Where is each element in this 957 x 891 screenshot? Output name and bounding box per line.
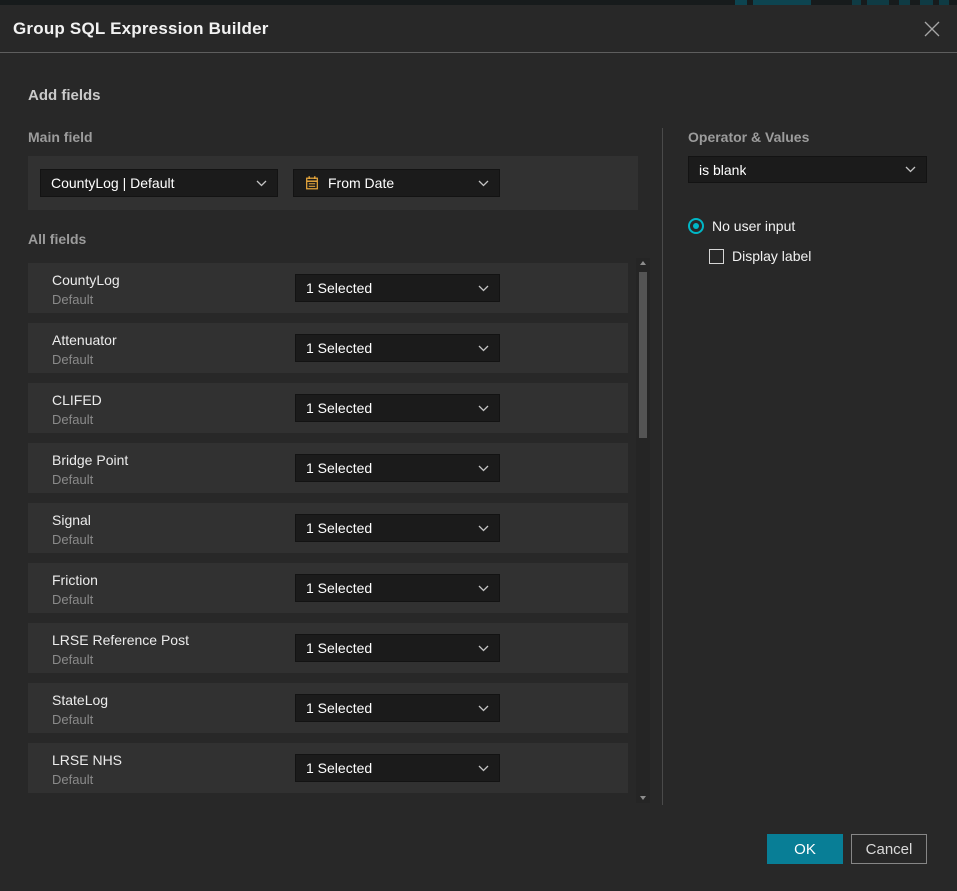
values-select[interactable]: 1 Selected xyxy=(295,574,500,602)
chevron-down-icon xyxy=(470,705,489,712)
values-select-value: 1 Selected xyxy=(306,340,372,356)
field-row: LRSE NHS Default 1 Selected xyxy=(28,743,628,793)
layer-select-value: CountyLog | Default xyxy=(51,175,175,191)
field-subtitle: Default xyxy=(52,592,93,607)
values-select[interactable]: 1 Selected xyxy=(295,694,500,722)
field-name: CountyLog xyxy=(52,272,120,288)
values-select[interactable]: 1 Selected xyxy=(295,334,500,362)
values-select[interactable]: 1 Selected xyxy=(295,634,500,662)
field-row: Signal Default 1 Selected xyxy=(28,503,628,553)
field-name: Signal xyxy=(52,512,91,528)
scroll-up-icon[interactable] xyxy=(640,261,646,265)
field-row: Attenuator Default 1 Selected xyxy=(28,323,628,373)
no-user-input-label: No user input xyxy=(712,218,795,235)
values-select[interactable]: 1 Selected xyxy=(295,454,500,482)
chevron-down-icon xyxy=(470,180,489,187)
chevron-down-icon xyxy=(470,465,489,472)
values-select-value: 1 Selected xyxy=(306,280,372,296)
field-name: Bridge Point xyxy=(52,452,128,468)
field-subtitle: Default xyxy=(52,292,93,307)
chevron-down-icon xyxy=(470,525,489,532)
chevron-down-icon xyxy=(470,345,489,352)
main-field-label: Main field xyxy=(28,129,93,145)
dialog-title: Group SQL Expression Builder xyxy=(13,5,269,52)
scrollbar[interactable] xyxy=(636,258,650,803)
values-select[interactable]: 1 Selected xyxy=(295,514,500,542)
all-fields-label: All fields xyxy=(28,231,86,247)
field-name: StateLog xyxy=(52,692,108,708)
field-subtitle: Default xyxy=(52,532,93,547)
values-select-value: 1 Selected xyxy=(306,640,372,656)
display-label-label: Display label xyxy=(732,248,811,265)
add-fields-heading: Add fields xyxy=(28,87,101,104)
field-row: CountyLog Default 1 Selected xyxy=(28,263,628,313)
field-name: LRSE NHS xyxy=(52,752,122,768)
chevron-down-icon xyxy=(470,765,489,772)
field-select[interactable]: From Date xyxy=(293,169,500,197)
chevron-down-icon xyxy=(470,285,489,292)
layer-select[interactable]: CountyLog | Default xyxy=(40,169,278,197)
field-subtitle: Default xyxy=(52,472,93,487)
pane-divider xyxy=(662,128,663,805)
field-select-value: From Date xyxy=(328,175,394,191)
main-field-panel: CountyLog | Default From Date xyxy=(28,156,638,210)
operator-select[interactable]: is blank xyxy=(688,156,927,183)
values-select-value: 1 Selected xyxy=(306,520,372,536)
values-select-value: 1 Selected xyxy=(306,760,372,776)
field-row: LRSE Reference Post Default 1 Selected xyxy=(28,623,628,673)
calendar-icon xyxy=(304,175,320,191)
field-name: LRSE Reference Post xyxy=(52,632,189,648)
field-subtitle: Default xyxy=(52,352,93,367)
close-button[interactable] xyxy=(920,17,944,41)
field-subtitle: Default xyxy=(52,652,93,667)
field-subtitle: Default xyxy=(52,412,93,427)
chevron-down-icon xyxy=(897,166,916,173)
field-name: Attenuator xyxy=(52,332,117,348)
operator-values-heading: Operator & Values xyxy=(688,129,809,145)
operator-select-value: is blank xyxy=(699,162,746,178)
values-select[interactable]: 1 Selected xyxy=(295,754,500,782)
close-icon xyxy=(922,27,942,42)
values-select[interactable]: 1 Selected xyxy=(295,394,500,422)
radio-icon[interactable] xyxy=(688,218,704,234)
field-row: CLIFED Default 1 Selected xyxy=(28,383,628,433)
scroll-down-icon[interactable] xyxy=(640,796,646,800)
values-select-value: 1 Selected xyxy=(306,700,372,716)
chevron-down-icon xyxy=(248,180,267,187)
dialog-header: Group SQL Expression Builder xyxy=(0,5,957,53)
field-row: Bridge Point Default 1 Selected xyxy=(28,443,628,493)
group-sql-expression-builder-dialog: Group SQL Expression Builder Add fields … xyxy=(0,5,957,891)
field-subtitle: Default xyxy=(52,772,93,787)
ok-button[interactable]: OK xyxy=(767,834,843,864)
field-row: Friction Default 1 Selected xyxy=(28,563,628,613)
values-select-value: 1 Selected xyxy=(306,400,372,416)
all-fields-list: CountyLog Default 1 Selected Attenuator … xyxy=(28,263,628,803)
field-subtitle: Default xyxy=(52,712,93,727)
field-name: Friction xyxy=(52,572,98,588)
chevron-down-icon xyxy=(470,405,489,412)
scrollbar-thumb[interactable] xyxy=(639,272,647,438)
values-select-value: 1 Selected xyxy=(306,580,372,596)
checkbox-icon[interactable] xyxy=(709,249,724,264)
values-select[interactable]: 1 Selected xyxy=(295,274,500,302)
chevron-down-icon xyxy=(470,645,489,652)
chevron-down-icon xyxy=(470,585,489,592)
cancel-button[interactable]: Cancel xyxy=(851,834,927,864)
field-row: StateLog Default 1 Selected xyxy=(28,683,628,733)
field-name: CLIFED xyxy=(52,392,102,408)
values-select-value: 1 Selected xyxy=(306,460,372,476)
